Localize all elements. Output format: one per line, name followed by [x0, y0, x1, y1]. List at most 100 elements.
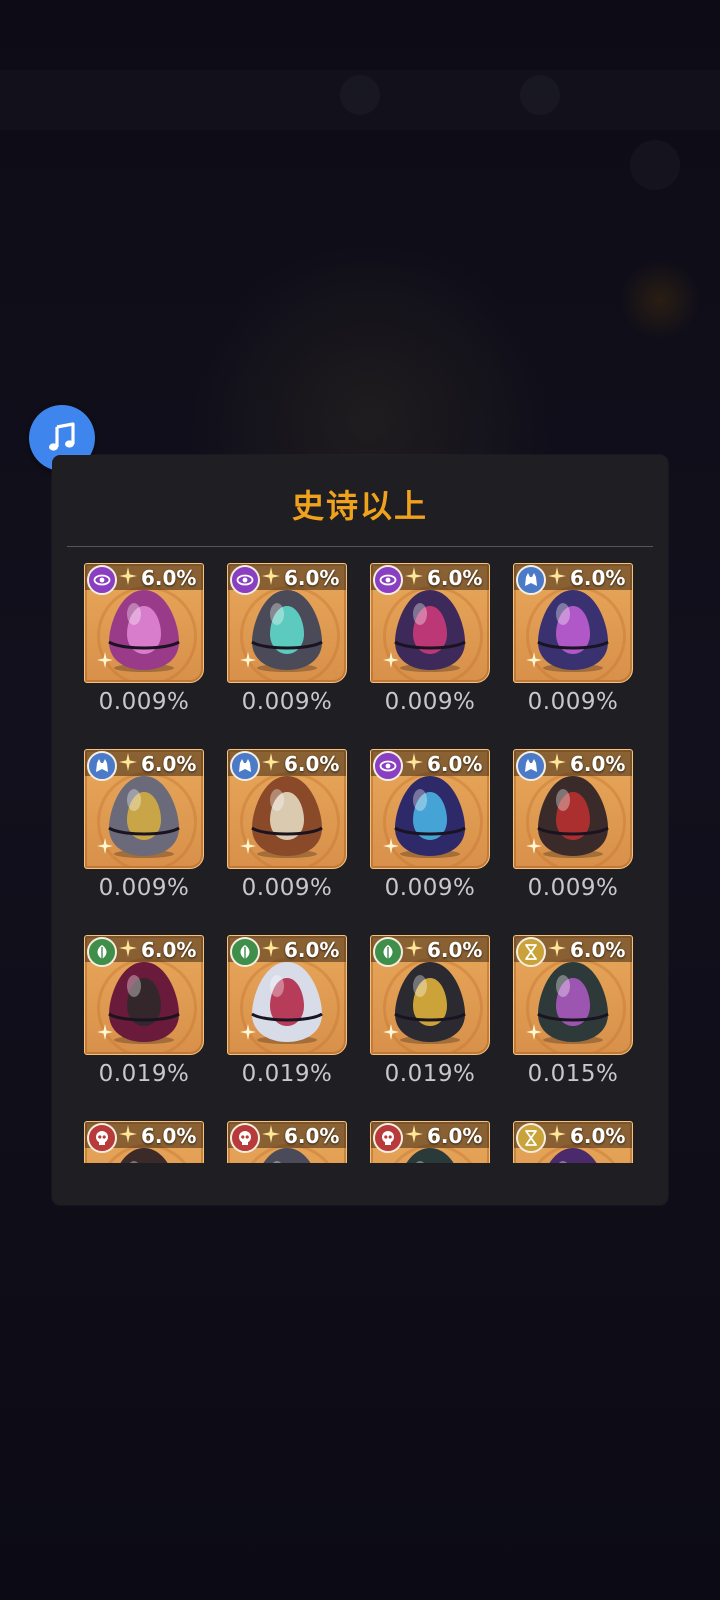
star-icon [119, 939, 137, 957]
dialog-title: 史诗以上 [291, 487, 428, 525]
sparkle-icon [97, 652, 113, 668]
rate-item[interactable]: 6.0% 0.019% [84, 935, 204, 1107]
egg-icon [537, 590, 609, 672]
rate-item[interactable]: 6.0% 0.009% [370, 749, 490, 921]
title-divider [67, 546, 653, 547]
sparkle-icon [97, 838, 113, 854]
drop-rate: 0.019% [241, 1061, 333, 1087]
sparkle-icon [383, 1024, 399, 1040]
drop-rate: 0.009% [98, 875, 190, 901]
rate-item[interactable]: 6.0% 0.009% [227, 563, 347, 735]
egg-card[interactable]: 6.0% [84, 563, 204, 683]
bonus-badge: 6.0% [141, 752, 197, 776]
egg-card[interactable]: 6.0% [84, 935, 204, 1055]
drop-rate: 0.009% [384, 689, 476, 715]
star-icon [262, 939, 280, 957]
background-decoration [520, 75, 560, 115]
rate-item[interactable]: 6.0% [513, 1121, 633, 1163]
drop-rate: 0.015% [527, 1061, 619, 1087]
rate-item[interactable]: 6.0% 0.009% [370, 563, 490, 735]
skull-icon [373, 1123, 403, 1153]
star-icon [548, 567, 566, 585]
wolf-icon [87, 751, 117, 781]
egg-card[interactable]: 6.0% [227, 563, 347, 683]
bonus-badge: 6.0% [427, 752, 483, 776]
egg-card[interactable]: 6.0% [84, 1121, 204, 1163]
egg-card[interactable]: 6.0% [370, 935, 490, 1055]
rate-item[interactable]: 6.0% [84, 1121, 204, 1163]
egg-card[interactable]: 6.0% [370, 749, 490, 869]
egg-icon [108, 590, 180, 672]
egg-card[interactable]: 6.0% [513, 563, 633, 683]
egg-icon [394, 962, 466, 1044]
skull-icon [230, 1123, 260, 1153]
bonus-badge: 6.0% [427, 566, 483, 590]
sparkle-icon [526, 652, 542, 668]
egg-card[interactable]: 6.0% [513, 935, 633, 1055]
egg-icon [394, 590, 466, 672]
rate-item[interactable]: 6.0% 0.009% [513, 749, 633, 921]
egg-card[interactable]: 6.0% [513, 1121, 633, 1163]
bonus-badge: 6.0% [141, 938, 197, 962]
egg-card[interactable]: 6.0% [227, 1121, 347, 1163]
drop-rate: 0.009% [98, 689, 190, 715]
bonus-badge: 6.0% [570, 938, 626, 962]
bonus-badge: 6.0% [570, 752, 626, 776]
star-icon [119, 567, 137, 585]
wolf-icon [516, 565, 546, 595]
eye-icon [230, 565, 260, 595]
drop-rate: 0.019% [384, 1061, 476, 1087]
leaf-icon [87, 937, 117, 967]
hourglass-icon [516, 1123, 546, 1153]
eye-icon [373, 751, 403, 781]
sparkle-icon [383, 652, 399, 668]
background-decoration [340, 75, 380, 115]
rate-item[interactable]: 6.0% 0.015% [513, 935, 633, 1107]
eye-icon [373, 565, 403, 595]
sparkle-icon [526, 838, 542, 854]
egg-card[interactable]: 6.0% [227, 749, 347, 869]
wolf-icon [230, 751, 260, 781]
egg-icon [108, 962, 180, 1044]
leaf-icon [373, 937, 403, 967]
bonus-badge: 6.0% [570, 566, 626, 590]
rate-item[interactable]: 6.0% 0.009% [84, 749, 204, 921]
star-icon [119, 753, 137, 771]
rate-item[interactable]: 6.0% 0.009% [227, 749, 347, 921]
egg-card[interactable]: 6.0% [227, 935, 347, 1055]
egg-card[interactable]: 6.0% [84, 749, 204, 869]
hourglass-icon [516, 937, 546, 967]
bonus-badge: 6.0% [141, 566, 197, 590]
bonus-badge: 6.0% [427, 1124, 483, 1148]
egg-icon [394, 776, 466, 858]
bonus-badge: 6.0% [570, 1124, 626, 1148]
rate-item[interactable]: 6.0% [227, 1121, 347, 1163]
sparkle-icon [240, 1024, 256, 1040]
egg-card[interactable]: 6.0% [370, 1121, 490, 1163]
rates-dialog: 史诗以上 6.0% 0.009% 6.0% 0.009% 6.0% 0.009%… [52, 455, 668, 1205]
rate-item[interactable]: 6.0% 0.019% [227, 935, 347, 1107]
rate-item[interactable]: 6.0% 0.019% [370, 935, 490, 1107]
rates-list[interactable]: 6.0% 0.009% 6.0% 0.009% 6.0% 0.009% 6.0%… [52, 563, 668, 1163]
egg-icon [251, 962, 323, 1044]
star-icon [405, 939, 423, 957]
star-icon [548, 1125, 566, 1143]
bonus-badge: 6.0% [141, 1124, 197, 1148]
egg-icon [108, 776, 180, 858]
rate-item[interactable]: 6.0% [370, 1121, 490, 1163]
sparkle-icon [526, 1024, 542, 1040]
sparkle-icon [97, 1024, 113, 1040]
star-icon [548, 753, 566, 771]
star-icon [405, 753, 423, 771]
bonus-badge: 6.0% [284, 1124, 340, 1148]
star-icon [262, 753, 280, 771]
sparkle-icon [240, 652, 256, 668]
wolf-icon [516, 751, 546, 781]
egg-card[interactable]: 6.0% [370, 563, 490, 683]
rate-item[interactable]: 6.0% 0.009% [513, 563, 633, 735]
bonus-badge: 6.0% [284, 752, 340, 776]
bonus-badge: 6.0% [284, 938, 340, 962]
egg-icon [251, 776, 323, 858]
rate-item[interactable]: 6.0% 0.009% [84, 563, 204, 735]
egg-card[interactable]: 6.0% [513, 749, 633, 869]
